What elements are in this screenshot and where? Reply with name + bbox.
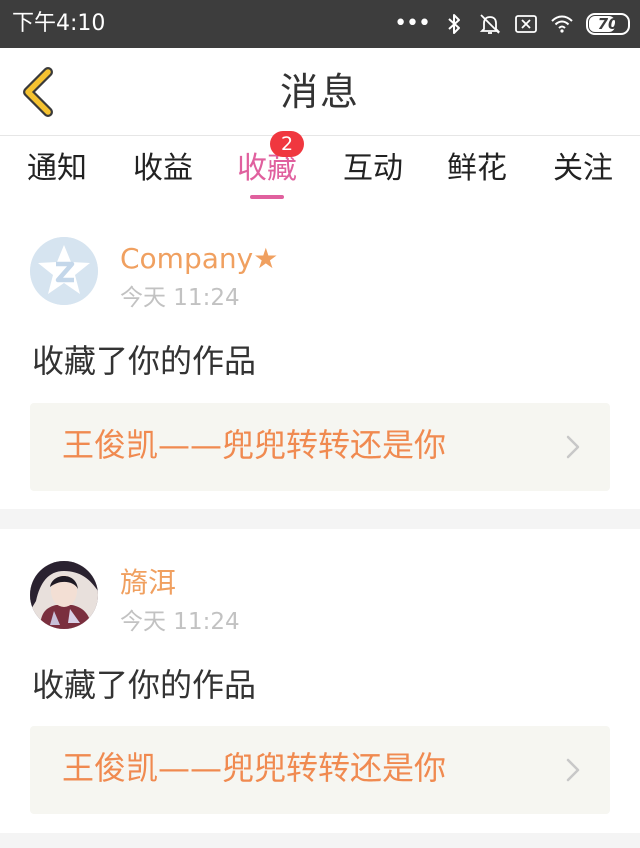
tab-label: 通知	[27, 151, 87, 186]
unread-badge: 2	[270, 131, 304, 157]
tab-favorites[interactable]: 收藏 2	[214, 131, 320, 209]
user-photo-avatar	[30, 561, 98, 629]
message-action: 收藏了你的作品	[32, 666, 257, 704]
message-card: 旖洱 今天 11:24 收藏了你的作品 王俊凯——兜兜转转还是你	[0, 529, 640, 833]
message-time: 今天 11:24	[120, 285, 240, 311]
tab-bar: 通知 收益 收藏 2 互动 鲜花 关注	[0, 131, 640, 209]
tab-earnings[interactable]: 收益	[110, 137, 216, 209]
wifi-icon	[551, 15, 573, 33]
message-time: 今天 11:24	[120, 609, 240, 635]
sender-name[interactable]: 旖洱	[120, 565, 176, 601]
tab-label: 收益	[133, 151, 193, 186]
app-header: 消息	[0, 48, 640, 136]
work-title: 王俊凯——兜兜转转还是你	[62, 426, 447, 464]
tab-flowers[interactable]: 鲜花	[424, 137, 530, 209]
tab-label: 关注	[553, 151, 613, 186]
more-dots-icon: •••	[394, 11, 431, 36]
status-bar: 下午4:10 ••• 70	[0, 0, 640, 48]
page-title: 消息	[279, 70, 360, 114]
status-time: 下午4:10	[12, 11, 106, 36]
tab-notifications[interactable]: 通知	[4, 137, 110, 209]
chevron-right-icon	[566, 435, 580, 459]
sender-name[interactable]: Company★	[120, 241, 278, 277]
status-icons: ••• 70	[394, 10, 630, 38]
tab-label: 鲜花	[447, 151, 507, 186]
active-tab-indicator	[250, 195, 284, 199]
chevron-right-icon	[566, 758, 580, 782]
tab-following[interactable]: 关注	[530, 137, 636, 209]
tab-label: 收藏	[237, 151, 297, 186]
message-card: Company★ 今天 11:24 收藏了你的作品 王俊凯——兜兜转转还是你	[0, 209, 640, 509]
battery-icon: 70	[586, 13, 630, 35]
avatar[interactable]	[30, 237, 98, 305]
tab-interactions[interactable]: 互动	[320, 137, 426, 209]
avatar[interactable]	[30, 561, 98, 629]
card-divider	[0, 509, 640, 529]
tab-label: 互动	[343, 151, 403, 186]
bluetooth-icon	[448, 14, 460, 34]
sim-card-icon	[515, 15, 537, 33]
message-action: 收藏了你的作品	[32, 342, 257, 380]
card-divider	[0, 833, 640, 848]
work-title: 王俊凯——兜兜转转还是你	[62, 749, 447, 787]
work-link[interactable]: 王俊凯——兜兜转转还是你	[30, 403, 610, 491]
default-avatar-icon	[30, 237, 98, 305]
notifications-off-icon	[479, 14, 501, 34]
battery-level-text: 70	[597, 15, 619, 33]
work-link[interactable]: 王俊凯——兜兜转转还是你	[30, 726, 610, 814]
